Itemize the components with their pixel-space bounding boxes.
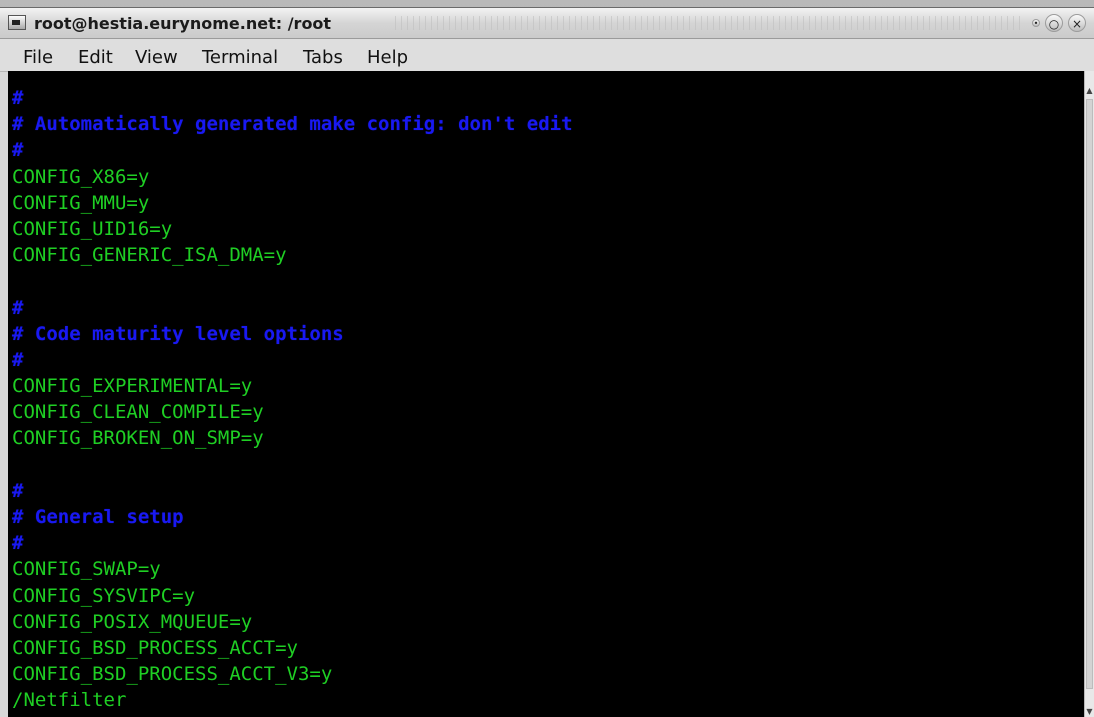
terminal-line: # Code maturity level options xyxy=(12,322,344,345)
terminal-line: # xyxy=(12,479,24,502)
menu-tabs[interactable]: Tabs xyxy=(303,47,343,68)
menu-file[interactable]: File xyxy=(23,47,53,68)
terminal-line: CONFIG_X86=y xyxy=(12,165,150,188)
scrollbar-thumb[interactable] xyxy=(1086,99,1093,689)
terminal-output-area[interactable]: # # Automatically generated make config: … xyxy=(8,71,1085,717)
window-title: root@hestia.eurynome.net: /root xyxy=(34,14,332,33)
terminal-line: CONFIG_BSD_PROCESS_ACCT_V3=y xyxy=(12,663,333,686)
terminal-line: CONFIG_MMU=y xyxy=(12,191,150,214)
scroll-up-arrow-icon[interactable]: ▲ xyxy=(1086,86,1093,96)
menu-bar: File Edit View Terminal Tabs Help xyxy=(0,39,1094,72)
terminal-line: CONFIG_SWAP=y xyxy=(12,558,161,581)
terminal-line: # xyxy=(12,348,24,371)
menu-edit[interactable]: Edit xyxy=(78,47,113,68)
terminal-window: root@hestia.eurynome.net: /root • ○ × Fi… xyxy=(0,8,1094,717)
close-icon[interactable]: × xyxy=(1068,14,1086,32)
menu-terminal[interactable]: Terminal xyxy=(202,47,278,68)
terminal-line: CONFIG_SYSVIPC=y xyxy=(12,584,196,607)
menu-view[interactable]: View xyxy=(135,47,178,68)
terminal-line: # Automatically generated make config: d… xyxy=(12,113,573,136)
terminal-lines: # # Automatically generated make config: … xyxy=(12,85,573,714)
minimize-icon[interactable]: • xyxy=(1032,19,1040,28)
maximize-icon[interactable]: ○ xyxy=(1045,14,1063,32)
title-bar[interactable]: root@hestia.eurynome.net: /root • ○ × xyxy=(0,8,1094,39)
scroll-down-arrow-icon[interactable]: ▼ xyxy=(1086,707,1093,717)
terminal-line: CONFIG_UID16=y xyxy=(12,217,173,240)
terminal-line: # xyxy=(12,87,24,109)
terminal-line: # xyxy=(12,296,24,319)
terminal-line: CONFIG_EXPERIMENTAL=y xyxy=(12,375,253,398)
terminal-line: # xyxy=(12,139,24,162)
terminal-line: CONFIG_POSIX_MQUEUE=y xyxy=(12,610,253,633)
terminal-line: CONFIG_GENERIC_ISA_DMA=y xyxy=(12,244,287,267)
terminal-line: CONFIG_BROKEN_ON_SMP=y xyxy=(12,427,264,450)
terminal-line: # General setup xyxy=(12,506,184,528)
menu-help[interactable]: Help xyxy=(367,47,408,68)
terminal-line: # xyxy=(12,532,24,555)
terminal-line: CONFIG_CLEAN_COMPILE=y xyxy=(12,401,264,424)
terminal-scrollbar[interactable]: ▲ ▼ xyxy=(1084,71,1094,717)
terminal-app-icon xyxy=(8,15,26,30)
window-controls: • ○ × xyxy=(1032,14,1086,32)
terminal-line: /Netfilter xyxy=(12,689,127,712)
terminal-line: CONFIG_BSD_PROCESS_ACCT=y xyxy=(12,636,298,659)
